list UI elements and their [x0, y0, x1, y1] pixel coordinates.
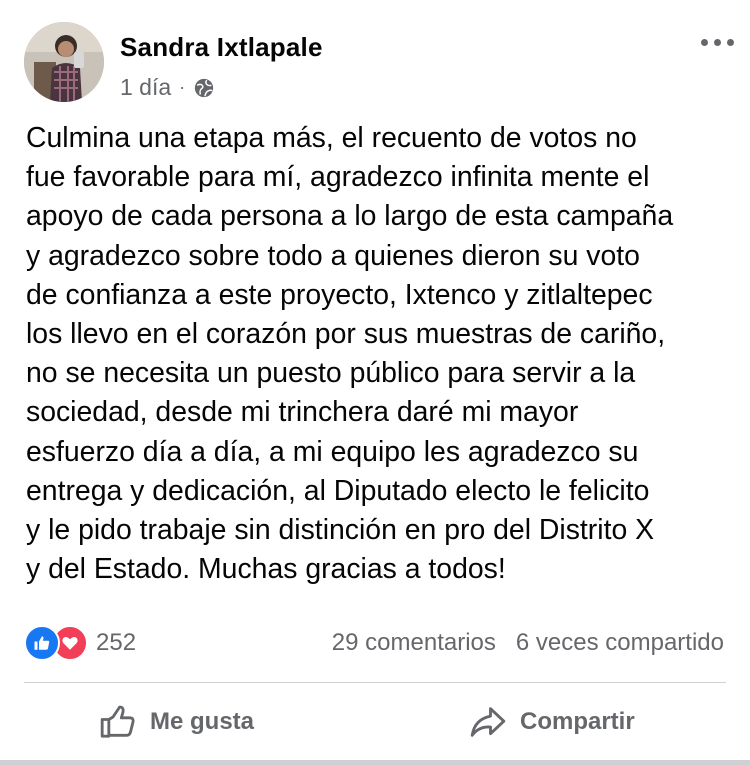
avatar[interactable] — [24, 22, 104, 102]
facebook-post: Sandra Ixtlapale 1 día · Culmina una eta… — [0, 0, 750, 765]
comments-count[interactable]: 29 comentarios — [332, 629, 496, 657]
post-actions: Me gusta Compartir — [0, 690, 750, 756]
reactions-count: 252 — [96, 629, 137, 656]
avatar-image — [24, 22, 104, 102]
divider — [24, 682, 726, 683]
like-button[interactable]: Me gusta — [98, 700, 254, 744]
bottom-separator — [0, 760, 750, 765]
like-label: Me gusta — [150, 708, 255, 735]
post-header: Sandra Ixtlapale 1 día · — [24, 22, 734, 104]
shares-count[interactable]: 6 veces compartido — [516, 629, 724, 657]
post-meta: 1 día · — [120, 74, 215, 101]
share-icon — [470, 707, 506, 737]
like-icon — [24, 625, 60, 661]
post-stats: 252 29 comentarios 6 veces compartido — [24, 625, 724, 661]
globe-icon[interactable] — [193, 77, 215, 99]
share-label: Compartir — [520, 708, 635, 735]
share-button[interactable]: Compartir — [468, 700, 635, 744]
reactions-summary[interactable]: 252 — [24, 625, 136, 661]
more-horizontal-icon[interactable] — [694, 32, 734, 52]
stats-right: 29 comentarios 6 veces compartido — [332, 629, 724, 657]
thumbs-up-icon — [100, 705, 135, 738]
meta-separator: · — [179, 77, 186, 97]
author-name[interactable]: Sandra Ixtlapale — [120, 32, 323, 63]
post-time[interactable]: 1 día — [120, 74, 171, 101]
post-text: Culmina una etapa más, el recuento de vo… — [26, 122, 674, 586]
